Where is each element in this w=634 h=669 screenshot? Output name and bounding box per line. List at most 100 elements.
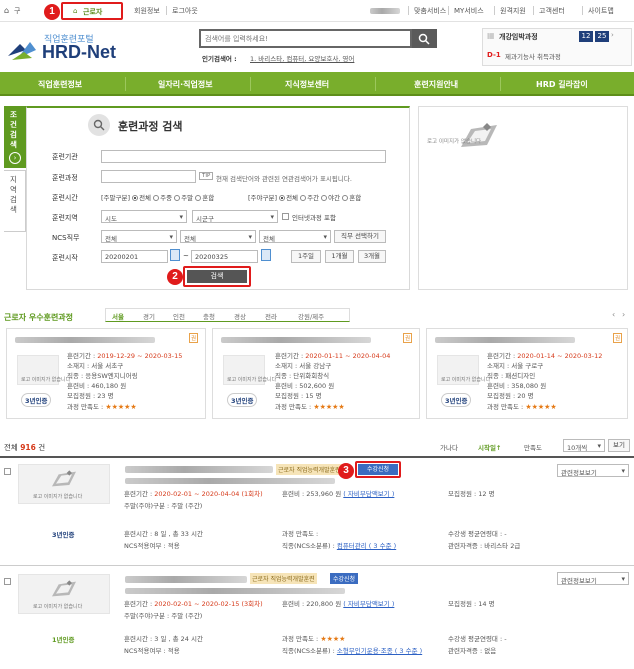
link-custom-service[interactable]: 맞춤서비스: [414, 6, 446, 16]
card-location: 소재지 : 서울 구로구: [487, 362, 544, 370]
related-info-select[interactable]: 관련정보보기: [557, 464, 629, 477]
upcoming-course-widget[interactable]: ▦ 개강임박과정 12 25 › D-1 제과기능사 취득과정: [482, 28, 632, 66]
annotation-1: 1: [44, 4, 60, 20]
radio-daynight-day[interactable]: [300, 195, 307, 201]
related-info-select[interactable]: 관련정보보기: [557, 572, 629, 585]
calendar-course[interactable]: 제과기능사 취득과정: [505, 51, 561, 61]
worker-tab[interactable]: ⌂ 근로자: [61, 2, 123, 20]
next-arrow-icon[interactable]: ›: [622, 310, 625, 319]
daynight-label: [주야구분]: [248, 194, 277, 202]
sort-start-date[interactable]: 시작일↑: [478, 442, 501, 452]
region-tab-gyeongsang[interactable]: 경상: [234, 311, 246, 321]
radio-weekday-mixed[interactable]: [195, 195, 202, 201]
nav-hrd-guide[interactable]: HRD 길라잡이: [536, 79, 588, 90]
region-tab-gangwon[interactable]: 강원/제주: [298, 311, 324, 321]
blurred-course-name: [221, 337, 371, 343]
result-license: 관련자격증 : 바리스타 2급: [448, 542, 521, 550]
main-nav: 직업훈련정보 일자리·직업정보 지식정보센터 훈련지원안내 HRD 길라잡이: [0, 72, 634, 96]
result-count: 모집정원 : 14 명: [448, 600, 495, 608]
cert-badge: 3년인증: [52, 531, 75, 539]
radio-weekday-weekday[interactable]: [153, 195, 160, 201]
top-bar: ⌂ 구 ⌂ 근로자 회원정보 로그아웃 맞춤서비스 MY서비스 원격지원 고객센…: [0, 0, 634, 22]
period-3month-button[interactable]: 3개월: [358, 250, 386, 263]
excellent-card-3[interactable]: 권 로고 이미지가 없습니다 훈련기간 : 2020-01-14 ~ 2020-…: [426, 328, 628, 419]
blurred-course-title: [125, 576, 247, 583]
sort-satisfaction[interactable]: 만족도: [524, 442, 542, 452]
region-tab-seoul[interactable]: 서울: [112, 311, 124, 321]
nav-knowledge-center[interactable]: 지식정보센터: [285, 79, 329, 90]
search-box[interactable]: [199, 29, 412, 48]
prev-arrow-icon[interactable]: ‹: [612, 310, 615, 319]
ncs-select-3[interactable]: 전체: [259, 230, 331, 243]
cert-badge: 1년인증: [52, 636, 75, 644]
radio-daynight-all[interactable]: [279, 195, 286, 201]
region-tab-gyeonggi[interactable]: 경기: [143, 311, 155, 321]
course-type-tag: 근로자 직업능력개발훈련: [250, 573, 317, 584]
calendar-from-icon[interactable]: [170, 249, 180, 261]
logo[interactable]: 직업훈련포털 HRD-Net: [6, 30, 156, 66]
radio-daynight-mixed[interactable]: [342, 195, 349, 201]
nav-job-info[interactable]: 일자리·직업정보: [158, 79, 213, 90]
per-page-select[interactable]: 10개씩: [563, 439, 605, 452]
sort-name[interactable]: 가나다: [440, 442, 458, 452]
daynight-mixed-label: 혼합: [349, 194, 362, 202]
start-label: 훈련시작: [52, 254, 78, 262]
calendar-title: 개강임박과정: [499, 33, 538, 41]
sigungu-select[interactable]: 시군구: [192, 210, 278, 223]
radio-weekday-weekend[interactable]: [174, 195, 181, 201]
chevron-right-icon[interactable]: ›: [611, 31, 614, 39]
card-period: 훈련기간 : 2019-12-29 ~ 2020-03-15: [67, 352, 183, 360]
search-submit-button[interactable]: 검색: [187, 270, 247, 283]
link-remote-support[interactable]: 원격지원: [500, 6, 526, 16]
popular-terms[interactable]: 1. 바리스타, 컴퓨터, 요양보호사, 영어: [250, 53, 354, 63]
home-icon[interactable]: ⌂: [4, 6, 9, 15]
search-button[interactable]: [412, 29, 437, 48]
card-period: 훈련기간 : 2020-01-14 ~ 2020-03-12: [487, 352, 603, 360]
tab-region-label: 지역검색: [10, 175, 17, 214]
period-1month-button[interactable]: 1개월: [325, 250, 354, 263]
period-1week-button[interactable]: 1주일: [291, 250, 321, 263]
job-select-button[interactable]: 직무 선택하기: [334, 230, 386, 243]
date-to-input[interactable]: 20200325: [191, 250, 258, 263]
result-checkbox[interactable]: [4, 578, 11, 585]
link-logout[interactable]: 로그아웃: [172, 6, 198, 16]
region-tab-chungcheong[interactable]: 충청: [203, 311, 215, 321]
excellent-card-1[interactable]: 권 로고 이미지가 없습니다 훈련기간 : 2019-12-29 ~ 2020-…: [6, 328, 206, 419]
link-member-info[interactable]: 회원정보: [134, 6, 160, 16]
apply-button[interactable]: 수강신청: [358, 464, 398, 475]
worker-tab-label: 근로자: [83, 8, 103, 16]
result-checkbox[interactable]: [4, 468, 11, 475]
nav-training-info[interactable]: 직업훈련정보: [38, 79, 82, 90]
region-tab-incheon[interactable]: 인천: [173, 311, 185, 321]
radio-daynight-night[interactable]: [321, 195, 328, 201]
excellent-card-2[interactable]: 권 로고 이미지가 없습니다 훈련기간 : 2020-01-11 ~ 2020-…: [212, 328, 420, 419]
region-tab-jeolla[interactable]: 전라: [265, 311, 277, 321]
no-image-icon: [52, 580, 76, 597]
radio-weekday-all[interactable]: [132, 195, 139, 201]
home-prefix[interactable]: 구: [14, 6, 20, 16]
date-from-input[interactable]: 20200201: [101, 250, 168, 263]
daynight-night-label: 야간: [328, 194, 341, 202]
internet-checkbox[interactable]: [282, 213, 289, 220]
link-sitemap[interactable]: 사이트맵: [588, 6, 614, 16]
house-icon: ⌂: [73, 7, 78, 15]
course-input[interactable]: [101, 170, 196, 183]
circle-arrow-icon: ›: [9, 152, 21, 164]
sido-select[interactable]: 시도: [101, 210, 187, 223]
calendar-to-icon[interactable]: [261, 249, 271, 261]
apply-button[interactable]: 수강신청: [330, 573, 359, 584]
calendar-icon: ▦: [487, 31, 495, 40]
result-total-count: 916: [20, 443, 36, 452]
tab-condition-search[interactable]: 조건검색 ›: [4, 106, 26, 168]
ncs-select-2[interactable]: 전체: [180, 230, 256, 243]
ncs-select-1[interactable]: 전체: [101, 230, 177, 243]
link-my-service[interactable]: MY서비스: [454, 6, 484, 16]
tab-region-search[interactable]: 지역검색: [4, 170, 26, 232]
institution-label: 훈련기관: [52, 153, 78, 161]
institution-input[interactable]: [101, 150, 386, 163]
link-customer-center[interactable]: 고객센터: [539, 6, 565, 16]
search-input[interactable]: [205, 32, 405, 45]
view-button[interactable]: 보기: [608, 439, 630, 452]
nav-training-support[interactable]: 훈련지원안내: [414, 79, 458, 90]
card-logo-placeholder: 로고 이미지가 없습니다: [17, 355, 70, 385]
